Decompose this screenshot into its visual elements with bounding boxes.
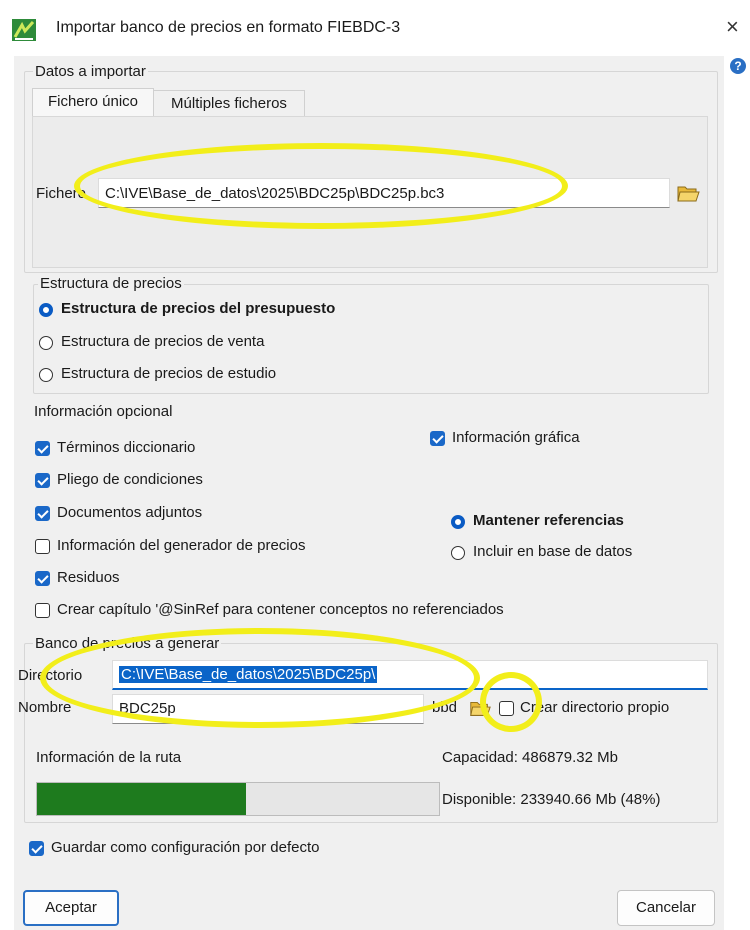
check-informacion-grafica[interactable] (430, 431, 445, 446)
directorio-value: C:\IVE\Base_de_datos\2025\BDC25p\ (119, 666, 378, 683)
radio-estructura-estudio[interactable] (39, 368, 53, 382)
cancel-button[interactable]: Cancelar (617, 890, 715, 926)
radio-estructura-venta[interactable] (39, 336, 53, 350)
fichero-input[interactable]: C:\IVE\Base_de_datos\2025\BDC25p\BDC25p.… (98, 178, 670, 208)
radio-incluir-base-datos[interactable] (451, 546, 465, 560)
banco-precios-legend: Banco de precios a generar (33, 635, 222, 652)
check-guardar-configuracion-label: Guardar como configuración por defecto (51, 839, 320, 856)
tab-fichero-unico-label: Fichero único (47, 93, 139, 110)
estructura-precios-legend: Estructura de precios (38, 275, 184, 292)
extension-label: bbd (432, 699, 458, 716)
check-crear-capitulo-sinref[interactable] (35, 603, 50, 618)
check-pliego-condiciones[interactable] (35, 473, 50, 488)
informacion-ruta-label: Información de la ruta (36, 749, 182, 766)
cancel-button-label: Cancelar (635, 899, 697, 916)
informacion-opcional-heading: Información opcional (34, 403, 173, 420)
radio-estructura-presupuesto-label: Estructura de precios del presupuesto (61, 300, 336, 317)
datos-importar-legend: Datos a importar (33, 63, 148, 80)
capacidad-text: Capacidad: 486879.32 Mb (442, 749, 618, 766)
folder-open-icon[interactable] (675, 180, 701, 206)
check-generador-precios-label: Información del generador de precios (57, 537, 306, 554)
check-generador-precios[interactable] (35, 539, 50, 554)
check-documentos-adjuntos-label: Documentos adjuntos (57, 504, 203, 521)
tab-fichero-unico[interactable]: Fichero único (32, 88, 154, 117)
check-pliego-condiciones-label: Pliego de condiciones (57, 471, 203, 488)
check-crear-capitulo-sinref-label: Crear capítulo '@SinRef para contener co… (57, 601, 504, 618)
radio-mantener-referencias-label: Mantener referencias (473, 512, 624, 529)
check-crear-directorio-propio[interactable] (499, 701, 514, 716)
nombre-input[interactable]: BDC25p (112, 694, 424, 724)
check-terminos-diccionario-label: Términos diccionario (57, 439, 196, 456)
accept-button[interactable]: Aceptar (23, 890, 119, 926)
directorio-input[interactable]: C:\IVE\Base_de_datos\2025\BDC25p\ (112, 660, 708, 690)
tab-multiples-ficheros[interactable]: Múltiples ficheros (153, 90, 305, 118)
check-guardar-configuracion[interactable] (29, 841, 44, 856)
nombre-value: BDC25p (119, 700, 176, 717)
app-logo-icon (12, 19, 36, 41)
check-informacion-grafica-label: Información gráfica (452, 429, 580, 446)
help-icon[interactable]: ? (730, 58, 746, 74)
radio-estructura-estudio-label: Estructura de precios de estudio (61, 365, 277, 382)
radio-estructura-presupuesto[interactable] (39, 303, 53, 317)
radio-mantener-referencias[interactable] (451, 515, 465, 529)
close-icon[interactable]: × (726, 14, 739, 40)
folder-open-icon[interactable] (468, 696, 492, 720)
tab-multiples-ficheros-label: Múltiples ficheros (171, 95, 287, 112)
accept-button-label: Aceptar (45, 899, 97, 916)
fichero-value: C:\IVE\Base_de_datos\2025\BDC25p\BDC25p.… (105, 185, 445, 202)
radio-incluir-base-datos-label: Incluir en base de datos (473, 543, 633, 560)
check-terminos-diccionario[interactable] (35, 441, 50, 456)
check-crear-directorio-propio-label: Crear directorio propio (520, 699, 670, 716)
radio-estructura-venta-label: Estructura de precios de venta (61, 333, 265, 350)
fichero-label: Fichero (36, 185, 87, 202)
window-title: Importar banco de precios en formato FIE… (56, 19, 401, 36)
disk-usage-progress (36, 782, 440, 816)
disk-usage-progress-fill (37, 783, 247, 815)
check-residuos[interactable] (35, 571, 50, 586)
directorio-label: Directorio (18, 667, 83, 684)
disponible-text: Disponible: 233940.66 Mb (48%) (442, 791, 661, 808)
title-bar: Importar banco de precios en formato FIE… (0, 0, 750, 56)
check-documentos-adjuntos[interactable] (35, 506, 50, 521)
check-residuos-label: Residuos (57, 569, 120, 586)
nombre-label: Nombre (18, 699, 72, 716)
